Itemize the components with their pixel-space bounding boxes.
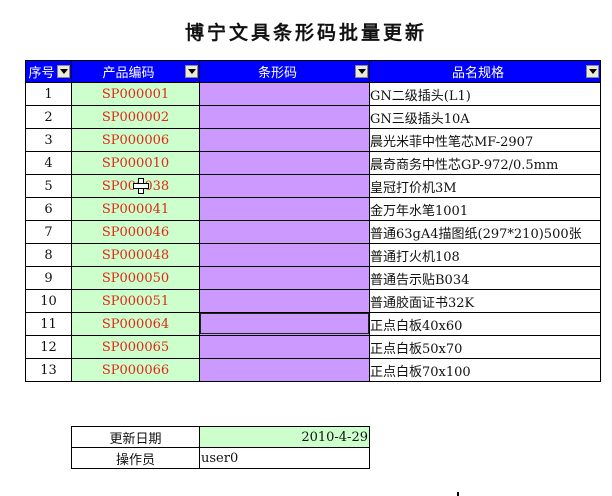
seq-cell[interactable]: 3 <box>25 128 72 152</box>
table-row: 8 SP000048 普通打火机108 <box>25 243 601 267</box>
barcode-cell[interactable] <box>199 197 370 221</box>
name-cell[interactable]: 晨光米菲中性笔芯MF-2907 <box>369 128 601 152</box>
name-cell[interactable]: 正点白板40x60 <box>369 312 601 336</box>
code-cell[interactable]: SP000048 <box>71 243 200 267</box>
table-row: 7 SP000046 普通63gA4描图纸(297*210)500张 <box>25 220 601 244</box>
table-row: 12 SP000065 正点白板50x70 <box>25 335 601 359</box>
code-cell[interactable]: SP000065 <box>71 335 200 359</box>
update-date-row: 更新日期 2010-4-29 <box>71 426 370 448</box>
barcode-cell[interactable] <box>199 266 370 290</box>
update-date-cell[interactable]: 2010-4-29 <box>199 426 370 448</box>
column-header-seq: 序号 <box>25 60 72 83</box>
name-cell[interactable]: 正点白板50x70 <box>369 335 601 359</box>
barcode-cell[interactable] <box>199 289 370 313</box>
barcode-cell[interactable] <box>199 82 370 106</box>
barcode-cell[interactable] <box>199 174 370 198</box>
filter-dropdown-code[interactable] <box>185 65 198 78</box>
table-row: 4 SP000010 晨奇商务中性芯GP-972/0.5mm <box>25 151 601 175</box>
column-header-code: 产品编码 <box>71 60 200 83</box>
table-row: 13 SP000066 正点白板70x100 <box>25 358 601 382</box>
table-row: 3 SP000006 晨光米菲中性笔芯MF-2907 <box>25 128 601 152</box>
table-row: 5 SP000038 皇冠打价机3M <box>25 174 601 198</box>
table-row: 6 SP000041 金万年水笔1001 <box>25 197 601 221</box>
seq-cell[interactable]: 11 <box>25 312 72 336</box>
code-cell[interactable]: SP000006 <box>71 128 200 152</box>
barcode-cell[interactable] <box>199 220 370 244</box>
seq-cell[interactable]: 9 <box>25 266 72 290</box>
operator-row: 操作员 user0 <box>71 447 370 469</box>
code-cell[interactable]: SP000001 <box>71 82 200 106</box>
name-cell[interactable]: 金万年水笔1001 <box>369 197 601 221</box>
table-row: 1 SP000001 GN二级插头(L1) <box>25 82 601 106</box>
table-row: 10 SP000051 普通胶面证书32K <box>25 289 601 313</box>
filter-dropdown-barcode[interactable] <box>355 65 368 78</box>
update-date-label: 更新日期 <box>71 426 200 448</box>
code-cell[interactable]: SP000064 <box>71 312 200 336</box>
barcode-cell[interactable] <box>199 105 370 129</box>
seq-cell[interactable]: 12 <box>25 335 72 359</box>
name-cell[interactable]: 普通63gA4描图纸(297*210)500张 <box>369 220 601 244</box>
seq-cell[interactable]: 1 <box>25 82 72 106</box>
code-cell[interactable]: SP000051 <box>71 289 200 313</box>
seq-cell[interactable]: 2 <box>25 105 72 129</box>
filter-dropdown-name[interactable] <box>586 65 599 78</box>
header-row: 序号 产品编码 条形码 品名规格 <box>25 60 601 83</box>
selected-cell-outline <box>200 313 369 334</box>
seq-cell[interactable]: 5 <box>25 174 72 198</box>
barcode-cell[interactable] <box>199 151 370 175</box>
table-row: 9 SP000050 普通告示贴B034 <box>25 266 601 290</box>
barcode-cell[interactable] <box>199 358 370 382</box>
name-cell[interactable]: 晨奇商务中性芯GP-972/0.5mm <box>369 151 601 175</box>
seq-cell[interactable]: 6 <box>25 197 72 221</box>
code-cell[interactable]: SP000050 <box>71 266 200 290</box>
operator-label: 操作员 <box>71 447 200 469</box>
code-cell[interactable]: SP000066 <box>71 358 200 382</box>
name-cell[interactable]: GN二级插头(L1) <box>369 82 601 106</box>
name-cell[interactable]: 普通打火机108 <box>369 243 601 267</box>
name-cell[interactable]: 皇冠打价机3M <box>369 174 601 198</box>
seq-cell[interactable]: 13 <box>25 358 72 382</box>
code-cell[interactable]: SP000002 <box>71 105 200 129</box>
column-header-barcode: 条形码 <box>199 60 370 83</box>
name-cell[interactable]: 正点白板70x100 <box>369 358 601 382</box>
page-title: 博宁文具条形码批量更新 <box>184 22 427 44</box>
barcode-cell[interactable] <box>199 243 370 267</box>
operator-cell[interactable]: user0 <box>199 447 370 469</box>
seq-cell[interactable]: 10 <box>25 289 72 313</box>
code-cell[interactable]: SP000010 <box>71 151 200 175</box>
name-cell[interactable]: 普通告示贴B034 <box>369 266 601 290</box>
divider <box>457 492 459 496</box>
column-header-name: 品名规格 <box>369 60 601 83</box>
filter-dropdown-seq[interactable] <box>57 65 70 78</box>
table-row: 2 SP000002 GN三级插头10A <box>25 105 601 129</box>
barcode-cell[interactable] <box>199 335 370 359</box>
name-cell[interactable]: GN三级插头10A <box>369 105 601 129</box>
seq-cell[interactable]: 8 <box>25 243 72 267</box>
barcode-cell[interactable] <box>199 128 370 152</box>
name-cell[interactable]: 普通胶面证书32K <box>369 289 601 313</box>
update-info-table: 更新日期 2010-4-29 操作员 user0 <box>71 426 370 469</box>
code-cell[interactable]: SP000041 <box>71 197 200 221</box>
cross-cursor-icon <box>133 178 149 194</box>
seq-cell[interactable]: 4 <box>25 151 72 175</box>
seq-cell[interactable]: 7 <box>25 220 72 244</box>
code-cell[interactable]: SP000046 <box>71 220 200 244</box>
